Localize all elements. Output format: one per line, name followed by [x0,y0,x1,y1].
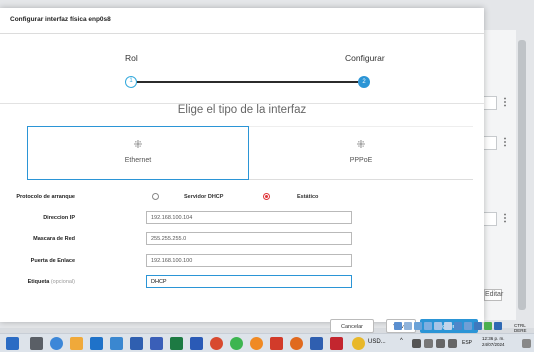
background-panel [480,30,516,320]
weather-icon [352,337,365,350]
boot-protocol-label: Protocolo de arranque [16,194,75,200]
clock[interactable]: 12:36 p. m. 24/07/2024 [482,336,505,348]
stepper-line [136,81,358,83]
step-rol-label: Rol [125,53,138,63]
vm-status-bar: CTRL DERE [394,322,534,333]
notification-icon[interactable] [522,339,531,348]
app-icon[interactable] [330,337,343,350]
shared-folder-icon[interactable] [444,322,452,330]
ip-address-input[interactable] [146,211,352,224]
clock-date: 24/07/2024 [482,342,505,347]
usb-icon[interactable] [434,322,442,330]
disk-icon[interactable] [394,322,402,330]
step-rol-marker[interactable]: 1 [125,76,137,88]
netmask-input[interactable] [146,232,352,245]
media-icon[interactable] [210,337,223,350]
background-checkbox[interactable] [483,136,497,150]
teams-icon[interactable] [130,337,143,350]
background-checkbox[interactable] [483,96,497,110]
search-icon[interactable] [30,337,43,350]
windows-start-icon[interactable] [6,337,19,350]
configure-interface-dialog: Configurar interfaz física enp0s8 Rol Co… [0,8,484,322]
word-icon[interactable] [190,337,203,350]
kebab-menu-icon[interactable]: ⋮ [500,213,510,225]
background-edit-button[interactable]: Editar [484,289,503,301]
virtualbox-icon[interactable] [310,337,323,350]
excel-icon[interactable] [170,337,183,350]
dhcp-radio-label[interactable]: Servidor DHCP [184,194,223,200]
chrome-icon[interactable] [230,337,243,350]
interface-type-label: Ethernet [124,157,152,164]
tag-label: Etiqueta (opcional) [28,279,75,285]
interface-type-ethernet[interactable]: ⁜ Ethernet [27,126,249,180]
scrollbar[interactable] [518,40,526,310]
dialog-body: Rol Configurar 1 2 Elige el tipo de la i… [0,8,484,322]
kebab-menu-icon[interactable]: ⋮ [500,97,510,109]
widget-icon[interactable] [50,337,63,350]
mail-icon[interactable] [90,337,103,350]
interface-type-label: PPPoE [349,157,373,164]
recording-icon[interactable] [464,322,472,330]
background-checkbox[interactable] [483,212,497,226]
cancel-button[interactable]: Cancelar [330,319,374,333]
network-icon: ⁜ [356,139,366,151]
ip-address-label: Direccion IP [43,215,75,221]
mouse-integration-icon[interactable] [484,322,492,330]
keyboard-icon[interactable] [494,322,502,330]
browser-icon[interactable] [290,337,303,350]
language-label[interactable]: ESP [462,340,472,346]
dhcp-radio[interactable] [152,193,159,200]
taskbar: USD... ^ ESP 12:36 p. m. 24/07/2024 [0,333,534,352]
step-configurar-label: Configurar [345,53,385,63]
app-icon[interactable] [150,337,163,350]
gateway-input[interactable] [146,254,352,267]
optical-drive-icon[interactable] [404,322,412,330]
chevron-up-icon[interactable]: ^ [400,338,403,344]
static-radio[interactable] [263,193,270,200]
netmask-label: Mascara de Red [33,236,75,242]
network-icon: ⁜ [133,139,143,151]
display-icon[interactable] [454,322,462,330]
cpu-icon[interactable] [474,322,482,330]
step-configurar-marker: 2 [358,76,370,88]
store-icon[interactable] [110,337,123,350]
interface-type-pppoe[interactable]: ⁜ PPPoE [249,126,473,180]
battery-icon[interactable] [424,339,433,348]
wifi-icon[interactable] [436,339,445,348]
static-radio-label[interactable]: Estático [297,194,318,200]
kebab-menu-icon[interactable]: ⋮ [500,137,510,149]
cloud-icon[interactable] [412,339,421,348]
host-key-label: CTRL DERE [514,323,527,333]
file-explorer-icon[interactable] [70,337,83,350]
volume-icon[interactable] [448,339,457,348]
weather-label[interactable]: USD... [368,339,386,345]
gateway-label: Puerta de Enlace [30,258,75,264]
firefox-icon[interactable] [250,337,263,350]
tag-label-text: Etiqueta [27,279,50,285]
tag-input[interactable] [146,275,352,288]
network-icon[interactable] [424,322,432,330]
audio-icon[interactable] [414,322,422,330]
interface-type-heading: Elige el tipo de la interfaz [0,103,484,121]
tag-optional-hint: (opcional) [50,279,75,285]
pdf-icon[interactable] [270,337,283,350]
